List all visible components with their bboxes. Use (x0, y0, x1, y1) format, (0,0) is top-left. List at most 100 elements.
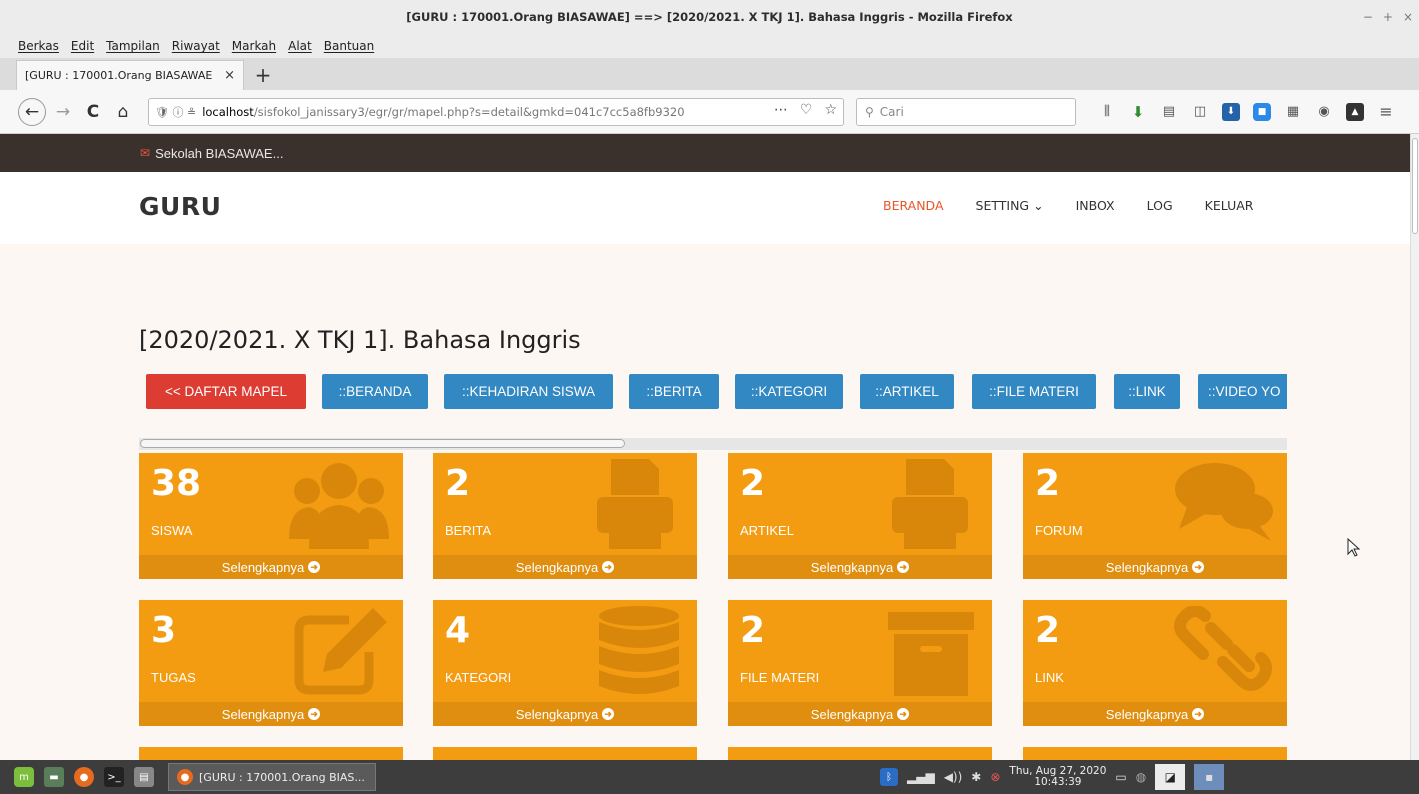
lock-extension-icon[interactable]: ▲ (1346, 102, 1364, 121)
nav-keluar[interactable]: KELUAR (1205, 198, 1254, 213)
bluetooth-status-icon[interactable]: ✱ (971, 770, 981, 784)
berita-button[interactable]: ::BERITA (629, 374, 719, 409)
card-label: LINK (1035, 670, 1064, 685)
library-icon[interactable]: ⫼ (1098, 103, 1116, 121)
search-input[interactable]: ⚲ Cari (856, 97, 1076, 126)
maximize-button[interactable]: + (1383, 10, 1393, 24)
card-label: TUGAS (151, 670, 196, 685)
mint-menu-icon[interactable]: m (14, 767, 34, 787)
card-row3-1 (139, 747, 403, 760)
card-footer-link[interactable]: Selengkapnya ➜ (139, 702, 403, 726)
menu-berkas[interactable]: Berkas (18, 39, 59, 53)
clock[interactable]: Thu, Aug 27, 2020 10:43:39 (1009, 766, 1106, 788)
card-number: 3 (151, 610, 177, 651)
daftar-mapel-button[interactable]: << DAFTAR MAPEL (146, 374, 306, 409)
download-icon[interactable]: ⬇ (1129, 103, 1147, 121)
forward-button[interactable]: → (50, 99, 76, 125)
beranda-button[interactable]: ::BERANDA (322, 374, 428, 409)
files-icon[interactable]: ▤ (134, 767, 154, 787)
terminal-icon[interactable]: >_ (104, 767, 124, 787)
card-footer-link[interactable]: Selengkapnya ➜ (433, 702, 697, 726)
card-number: 2 (1035, 610, 1061, 651)
card-footer-link[interactable]: Selengkapnya ➜ (728, 555, 992, 579)
back-button[interactable]: ← (18, 97, 46, 126)
card-footer-link[interactable]: Selengkapnya ➜ (433, 555, 697, 579)
tab-guru-page[interactable]: [GURU : 170001.Orang BIASAWAE × (16, 60, 244, 90)
url-path: /sisfokol_janissary3/egr/gr/mapel.php?s=… (253, 104, 685, 119)
card-number: 2 (445, 463, 471, 504)
nav-beranda[interactable]: BERANDA (883, 198, 944, 213)
workspace-2-icon[interactable]: ▪ (1194, 764, 1225, 790)
menu-tampilan[interactable]: Tampilan (106, 39, 160, 53)
scrollbar-thumb[interactable] (140, 439, 625, 448)
battery-icon[interactable]: ▭ (1115, 770, 1126, 784)
artikel-button[interactable]: ::ARTIKEL (860, 374, 954, 409)
vertical-scrollbar[interactable] (1410, 134, 1419, 760)
tab-close-icon[interactable]: × (224, 68, 235, 83)
top-strip: ✉ Sekolah BIASAWAE... (0, 134, 1410, 172)
site-header: GURU BERANDA SETTING ⌄ INBOX LOG KELUAR (0, 172, 1410, 244)
url-bar[interactable]: 🛡 ⓘ ≗ localhost /sisfokol_janissary3/egr… (148, 97, 844, 126)
site-info-icons[interactable]: 🛡 ⓘ ≗ (155, 104, 196, 120)
main-nav: BERANDA SETTING ⌄ INBOX LOG KELUAR (883, 198, 1253, 213)
link-icon (1174, 606, 1272, 691)
menu-alat[interactable]: Alat (288, 39, 312, 53)
update-icon[interactable]: ⊗ (990, 770, 1000, 784)
clock-time: 10:43:39 (1034, 776, 1082, 788)
horizontal-scrollbar[interactable] (139, 438, 1287, 450)
card-number: 2 (740, 610, 766, 651)
bluetooth-icon[interactable]: ᛒ (880, 768, 898, 786)
video-button[interactable]: ::VIDEO YO (1198, 374, 1287, 409)
bookmark-star-icon[interactable]: ☆ (824, 102, 837, 118)
taskbar-firefox-window[interactable]: ● [GURU : 170001.Orang BIAS... (168, 763, 376, 791)
show-desktop-icon[interactable]: ▬ (44, 767, 64, 787)
file-materi-button[interactable]: ::FILE MATERI (972, 374, 1096, 409)
firefox-launcher-icon[interactable]: ● (74, 767, 94, 787)
printer-icon (892, 459, 968, 549)
network-icon[interactable]: ▂▄▆ (907, 770, 935, 784)
card-footer-link[interactable]: Selengkapnya ➜ (1023, 555, 1287, 579)
minimize-button[interactable]: − (1363, 10, 1373, 24)
home-button[interactable]: ⌂ (110, 99, 136, 125)
close-window-button[interactable]: × (1403, 10, 1413, 24)
reload-button[interactable]: C (80, 99, 106, 125)
link-button[interactable]: ::LINK (1114, 374, 1180, 409)
nav-log[interactable]: LOG (1147, 198, 1173, 213)
volume-icon[interactable]: ◀)) (944, 770, 963, 784)
menu-bantuan[interactable]: Bantuan (324, 39, 374, 53)
menu-edit[interactable]: Edit (71, 39, 94, 53)
menu-riwayat[interactable]: Riwayat (172, 39, 220, 53)
menu-markah[interactable]: Markah (232, 39, 276, 53)
nav-setting[interactable]: SETTING ⌄ (976, 198, 1044, 213)
card-footer-link[interactable]: Selengkapnya ➜ (139, 555, 403, 579)
kehadiran-siswa-button[interactable]: ::KEHADIRAN SISWA (444, 374, 613, 409)
pocket-icon[interactable]: ♡ (800, 102, 813, 118)
card-row3-3 (728, 747, 992, 760)
card-label: SISWA (151, 523, 193, 538)
site-brand[interactable]: GURU (139, 192, 221, 221)
card-footer-link[interactable]: Selengkapnya ➜ (728, 702, 992, 726)
shutdown-icon[interactable]: ◍ (1136, 770, 1146, 784)
footer-text: Selengkapnya (221, 559, 305, 575)
vertical-scroll-thumb[interactable] (1412, 138, 1418, 234)
qr-code-icon[interactable]: ▦ (1284, 103, 1302, 121)
card-label: KATEGORI (445, 670, 512, 685)
page-actions-icon[interactable]: ⋯ (774, 102, 788, 118)
window-title: [GURU : 170001.Orang BIASAWAE] ==> [2020… (406, 10, 1013, 24)
workspace-switcher-icon[interactable]: ◪ (1155, 764, 1186, 790)
card-tugas: 3 TUGAS Selengkapnya ➜ (139, 600, 403, 726)
nav-inbox[interactable]: INBOX (1076, 198, 1115, 213)
arrow-circle-icon: ➜ (602, 561, 615, 573)
card-number: 38 (151, 463, 202, 504)
account-icon[interactable]: ◉ (1315, 103, 1333, 121)
extension-download-icon[interactable]: ⬇ (1222, 102, 1240, 121)
card-footer-link[interactable]: Selengkapnya ➜ (1023, 702, 1287, 726)
new-tab-button[interactable]: + (248, 60, 278, 90)
menu-button-row: << DAFTAR MAPEL ::BERANDA ::KEHADIRAN SI… (146, 374, 1287, 412)
reader-icon[interactable]: ▤ (1160, 103, 1178, 121)
sidebar-icon[interactable]: ◫ (1191, 103, 1209, 121)
kategori-button[interactable]: ::KATEGORI (735, 374, 843, 409)
card-number: 4 (445, 610, 471, 651)
zoom-extension-icon[interactable]: ■ (1253, 102, 1271, 121)
menu-icon[interactable]: ≡ (1377, 102, 1395, 121)
